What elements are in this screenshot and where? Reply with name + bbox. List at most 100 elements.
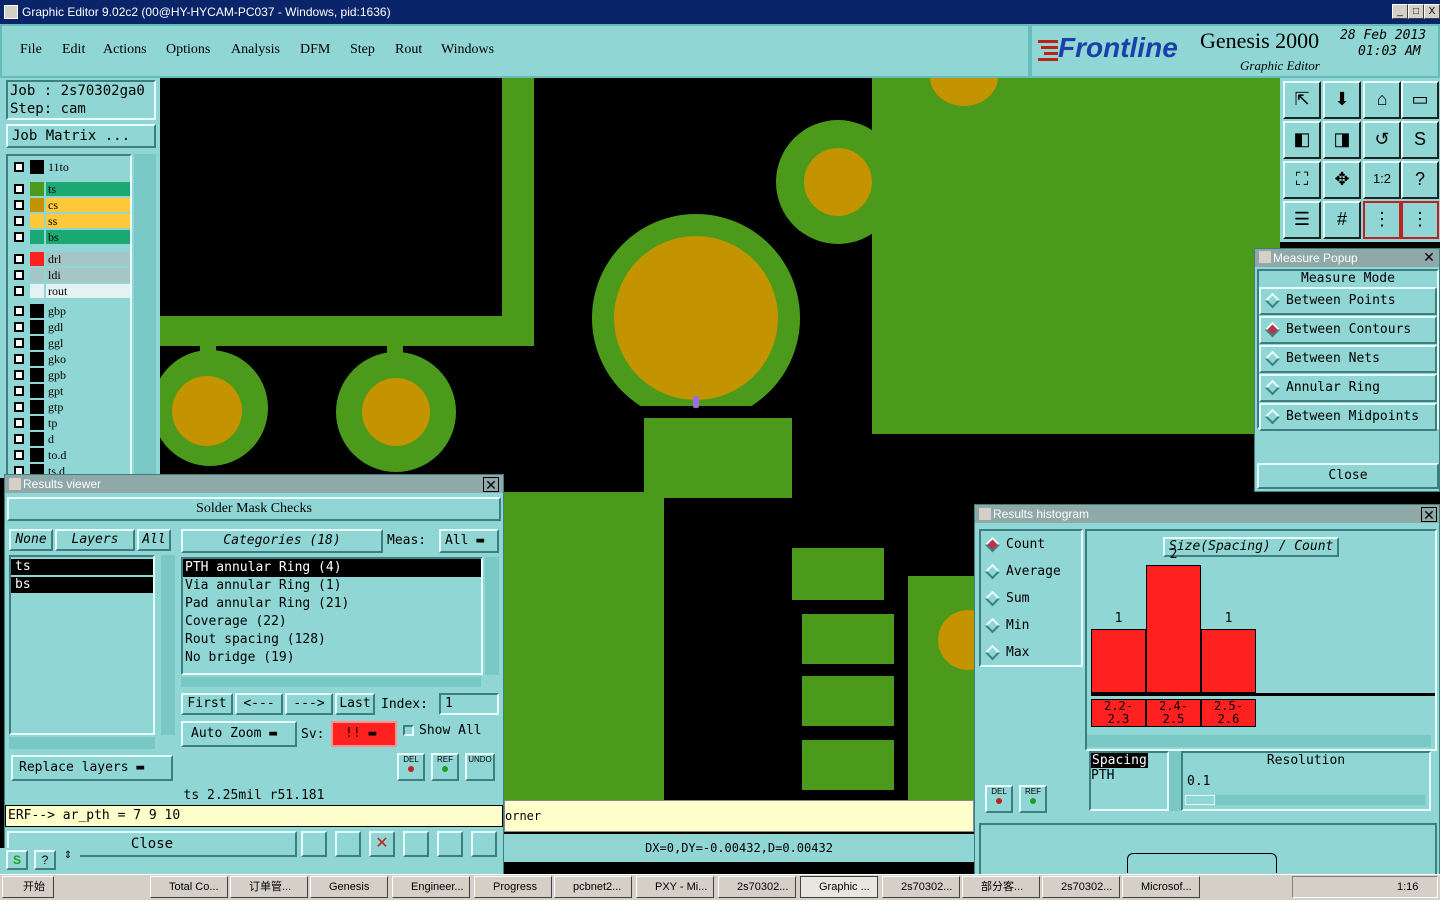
- layer-row-d[interactable]: d: [12, 432, 130, 446]
- auto-zoom-dropdown[interactable]: Auto Zoom ▬: [181, 721, 297, 747]
- layer-checkbox[interactable]: [14, 450, 24, 460]
- layer-checkbox[interactable]: [14, 418, 24, 428]
- layer-checkbox[interactable]: [14, 162, 24, 172]
- histogram-bar[interactable]: [1201, 629, 1256, 693]
- last-button[interactable]: Last: [335, 693, 375, 715]
- layer-checkbox[interactable]: [14, 322, 24, 332]
- layer-checkbox[interactable]: [14, 386, 24, 396]
- notes-icon[interactable]: [437, 831, 463, 857]
- center-icon[interactable]: ✥: [1323, 161, 1361, 199]
- layer-checkbox[interactable]: [14, 270, 24, 280]
- pan-right-icon[interactable]: ◨: [1323, 121, 1361, 159]
- category-item[interactable]: PTH annular Ring (4): [183, 559, 481, 577]
- layer-row-gpt[interactable]: gpt: [12, 384, 130, 398]
- scrollbar[interactable]: [485, 557, 499, 675]
- layer-row-rout[interactable]: rout: [12, 284, 130, 298]
- taskbar-item[interactable]: Engineer...: [392, 876, 470, 898]
- minimize-button[interactable]: _: [1392, 4, 1408, 19]
- ref-button[interactable]: REF: [431, 753, 459, 781]
- category-item[interactable]: Pad annular Ring (21): [183, 595, 481, 613]
- next-button[interactable]: --->: [285, 693, 333, 715]
- taskbar-item[interactable]: 部分客...: [962, 876, 1040, 898]
- layer-row-gdl[interactable]: gdl: [12, 320, 130, 334]
- layers-button[interactable]: Layers: [55, 529, 135, 551]
- slider-thumb[interactable]: [1185, 795, 1215, 805]
- snap-icon[interactable]: S: [1401, 121, 1439, 159]
- window-icon[interactable]: ▭: [1401, 81, 1439, 119]
- taskbar-item[interactable]: Genesis: [310, 876, 388, 898]
- layer-checkbox[interactable]: [14, 338, 24, 348]
- list-item[interactable]: Spacing: [1091, 753, 1148, 768]
- undo-button[interactable]: UNDO: [465, 753, 495, 781]
- category-item[interactable]: Rout spacing (128): [183, 631, 481, 649]
- meas-dropdown[interactable]: All ▬: [439, 529, 499, 553]
- grid-icon[interactable]: #: [1323, 201, 1361, 239]
- histogram-bar[interactable]: [1091, 629, 1146, 693]
- help-icon[interactable]: ?: [1401, 161, 1439, 199]
- taskbar-item[interactable]: Graphic ...: [800, 876, 878, 898]
- list-item[interactable]: PTH: [1091, 768, 1167, 783]
- help-icon[interactable]: ?: [34, 850, 56, 870]
- measure-option-annular-ring[interactable]: Annular Ring: [1259, 374, 1437, 402]
- spinner-icon[interactable]: ⇕: [60, 850, 76, 870]
- scrollbar[interactable]: [9, 737, 155, 749]
- categories-button[interactable]: Categories (18): [181, 529, 383, 553]
- taskbar-item[interactable]: Microsof...: [1122, 876, 1200, 898]
- menu-actions[interactable]: Actions: [103, 42, 147, 58]
- start-button[interactable]: 开始: [2, 876, 54, 898]
- layer-row-gko[interactable]: gko: [12, 352, 130, 366]
- taskbar-item[interactable]: pcbnet2...: [554, 876, 632, 898]
- del-button[interactable]: DEL: [985, 785, 1013, 813]
- zoom-home-icon[interactable]: ⇱: [1283, 81, 1321, 119]
- job-matrix-button[interactable]: Job Matrix ...: [6, 124, 156, 148]
- close-icon[interactable]: ✕: [1421, 507, 1437, 523]
- layer-checkbox[interactable]: [14, 434, 24, 444]
- measure-icon[interactable]: ⋮: [1363, 201, 1401, 239]
- layer-row-gtp[interactable]: gtp: [12, 400, 130, 414]
- layer-row-11to[interactable]: 11to: [12, 160, 130, 174]
- replace-layers-dropdown[interactable]: Replace layers ▬: [11, 755, 173, 781]
- close-icon[interactable]: ✕: [1421, 250, 1437, 265]
- histogram-mode-max[interactable]: Max: [981, 639, 1081, 666]
- pan-left-icon[interactable]: ◧: [1283, 121, 1321, 159]
- layer-row-gpb[interactable]: gpb: [12, 368, 130, 382]
- show-all-checkbox[interactable]: [403, 725, 414, 736]
- measure-close-button[interactable]: Close: [1257, 463, 1439, 489]
- fit-icon[interactable]: ⛶: [1283, 161, 1321, 199]
- maximize-button[interactable]: □: [1408, 4, 1424, 19]
- zoom-in-icon[interactable]: ⬇: [1323, 81, 1361, 119]
- layer-row-ss[interactable]: ss: [12, 214, 130, 228]
- layer-checkbox[interactable]: [14, 286, 24, 296]
- measure-option-between-contours[interactable]: Between Contours: [1259, 316, 1437, 344]
- measure-marker[interactable]: [693, 396, 699, 408]
- scale-one-to-two-icon[interactable]: 1:2: [1363, 161, 1401, 199]
- measure-option-between-points[interactable]: Between Points: [1259, 287, 1437, 315]
- layer-row-cs[interactable]: cs: [12, 198, 130, 212]
- layer-checkbox[interactable]: [14, 370, 24, 380]
- layer-checkbox[interactable]: [14, 200, 24, 210]
- taskbar-item[interactable]: PXY - Mi...: [636, 876, 714, 898]
- histogram-mode-count[interactable]: Count: [981, 531, 1081, 558]
- histogram-mode-average[interactable]: Average: [981, 558, 1081, 585]
- scrollbar[interactable]: [161, 555, 175, 735]
- report-icon[interactable]: [335, 831, 361, 857]
- layer-row-ts[interactable]: ts: [12, 182, 130, 196]
- menu-file[interactable]: File: [20, 42, 42, 58]
- menu-step[interactable]: Step: [350, 42, 375, 58]
- list-item[interactable]: ts: [11, 559, 153, 575]
- delete-icon[interactable]: ✕: [369, 831, 395, 857]
- layer-row-tp[interactable]: tp: [12, 416, 130, 430]
- all-button[interactable]: All: [137, 529, 171, 551]
- histogram-bar[interactable]: [1146, 565, 1201, 693]
- taskbar-item[interactable]: 2s70302...: [882, 876, 960, 898]
- checklist-icon[interactable]: [403, 831, 429, 857]
- scrollbar[interactable]: [1087, 735, 1431, 747]
- home-icon[interactable]: ⌂: [1363, 81, 1401, 119]
- taskbar-item[interactable]: 订单管...: [230, 876, 308, 898]
- resolution-slider[interactable]: [1185, 795, 1425, 805]
- ref-button[interactable]: REF: [1019, 785, 1047, 813]
- menu-edit[interactable]: Edit: [62, 42, 85, 58]
- layer-checkbox[interactable]: [14, 402, 24, 412]
- s-icon[interactable]: S: [6, 850, 28, 870]
- menu-options[interactable]: Options: [166, 42, 210, 58]
